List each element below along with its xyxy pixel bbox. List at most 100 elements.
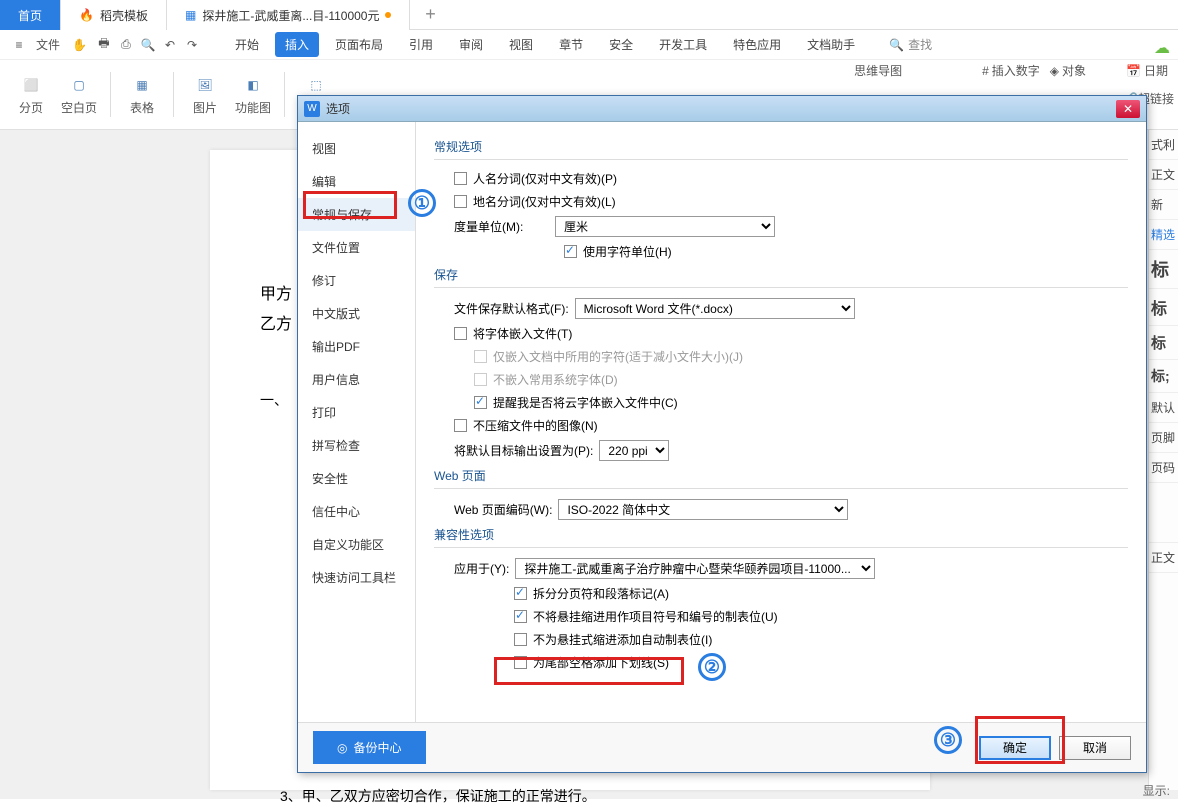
insert-number[interactable]: #插入数字 xyxy=(982,62,1040,79)
backup-icon: ◎ xyxy=(337,741,347,755)
app-icon: W xyxy=(304,101,320,117)
rtab-start[interactable]: 开始 xyxy=(225,32,269,57)
menu-bar: ≡ 文件 ✋ 🖶 ⎙ 🔍 ↶ ↷ 开始 插入 页面布局 引用 审阅 视图 章节 … xyxy=(0,30,1178,60)
sb-view[interactable]: 视图 xyxy=(298,132,415,165)
sb-revision[interactable]: 修订 xyxy=(298,264,415,297)
close-icon: ✕ xyxy=(1123,102,1133,116)
section-save: 保存 xyxy=(434,266,1128,288)
close-button[interactable]: ✕ xyxy=(1116,100,1140,118)
sb-spell[interactable]: 拼写检查 xyxy=(298,429,415,462)
insert-date[interactable]: 📅日期 xyxy=(1126,62,1168,79)
select-encoding[interactable]: ISO-2022 简体中文 xyxy=(558,499,848,520)
rtab-review[interactable]: 审阅 xyxy=(449,32,493,57)
chk-char-unit[interactable] xyxy=(564,245,577,258)
sb-trust[interactable]: 信任中心 xyxy=(298,495,415,528)
chk-name-split[interactable] xyxy=(454,172,467,185)
text-one: 一、 xyxy=(260,390,288,410)
text-jia: 甲方 xyxy=(260,280,292,304)
lbl-place-split: 地名分词(仅对中文有效)(L) xyxy=(473,193,616,210)
save-icon[interactable]: 🖶 xyxy=(95,34,113,55)
chk-underline[interactable] xyxy=(514,656,527,669)
tab-add[interactable]: + xyxy=(410,0,450,29)
text-yi: 乙方 xyxy=(260,310,292,334)
lbl-no-auto-tab: 不为悬挂式缩进添加自动制表位(I) xyxy=(533,631,712,648)
select-apply[interactable]: 探井施工-武威重离子治疗肿瘤中心暨荣华颐养园项目-11000... xyxy=(515,558,875,579)
chk-split-page[interactable] xyxy=(514,587,527,600)
tool-image[interactable]: 🖼图片 xyxy=(184,66,226,124)
rp-select[interactable]: 精选 xyxy=(1149,220,1178,250)
rp-body2[interactable]: 正文 xyxy=(1149,543,1178,573)
image-icon: 🖼 xyxy=(193,73,217,97)
rtab-layout[interactable]: 页面布局 xyxy=(325,32,393,57)
cancel-button[interactable]: 取消 xyxy=(1059,736,1131,760)
lbl-embed: 将字体嵌入文件(T) xyxy=(473,325,572,342)
section-general: 常规选项 xyxy=(434,138,1128,160)
redo-icon[interactable]: ↷ xyxy=(183,38,201,52)
select-fmt[interactable]: Microsoft Word 文件(*.docx) xyxy=(575,298,855,319)
cloud-icon[interactable]: ☁ xyxy=(1154,38,1170,58)
rtab-chapter[interactable]: 章节 xyxy=(549,32,593,57)
tool-widget[interactable]: ◧功能图 xyxy=(232,66,274,124)
rtab-special[interactable]: 特色应用 xyxy=(723,32,791,57)
chk-place-split[interactable] xyxy=(454,195,467,208)
rp-new[interactable]: 新 xyxy=(1149,190,1178,220)
search-box[interactable]: 🔍查找 xyxy=(889,36,932,53)
options-content: 常规选项 人名分词(仅对中文有效)(P) 地名分词(仅对中文有效)(L) 度量单… xyxy=(416,122,1146,722)
sb-pdf[interactable]: 输出PDF xyxy=(298,330,415,363)
ok-button[interactable]: 确定 xyxy=(979,736,1051,760)
sb-quick[interactable]: 快速访问工具栏 xyxy=(298,561,415,594)
lbl-embed-sys: 不嵌入常用系统字体(D) xyxy=(493,371,618,388)
rp-footer[interactable]: 页脚 xyxy=(1149,423,1178,453)
undo-icon[interactable]: ↶ xyxy=(161,38,179,52)
rp-style[interactable]: 式利 xyxy=(1149,130,1178,160)
chk-cloud[interactable] xyxy=(474,396,487,409)
rtab-insert[interactable]: 插入 xyxy=(275,32,319,57)
sb-filepos[interactable]: 文件位置 xyxy=(298,231,415,264)
modified-dot-icon xyxy=(385,12,391,18)
tool-pagebreak[interactable]: ⬜分页 xyxy=(10,66,52,124)
sb-print[interactable]: 打印 xyxy=(298,396,415,429)
sb-cnlayout[interactable]: 中文版式 xyxy=(298,297,415,330)
rp-h4[interactable]: 标; xyxy=(1149,360,1178,393)
rp-h2[interactable]: 标 xyxy=(1149,289,1178,326)
rtab-dochelp[interactable]: 文档助手 xyxy=(797,32,865,57)
sb-userinfo[interactable]: 用户信息 xyxy=(298,363,415,396)
dialog-title: 选项 xyxy=(326,100,350,117)
rp-h3[interactable]: 标 xyxy=(1149,326,1178,360)
chk-embed[interactable] xyxy=(454,327,467,340)
menu-icon[interactable]: ≡ xyxy=(10,38,28,52)
menu-hand-icon[interactable]: ✋ xyxy=(68,35,91,55)
sb-general[interactable]: 常规与保存 xyxy=(298,198,415,231)
sb-edit[interactable]: 编辑 xyxy=(298,165,415,198)
chk-no-hang[interactable] xyxy=(514,610,527,623)
select-unit[interactable]: 厘米 xyxy=(555,216,775,237)
chk-nocompress[interactable] xyxy=(454,419,467,432)
crop-icon: ⬚ xyxy=(304,73,328,97)
tool-blankpage[interactable]: ▢空白页 xyxy=(58,66,100,124)
rtab-view[interactable]: 视图 xyxy=(499,32,543,57)
rp-h1[interactable]: 标 xyxy=(1149,250,1178,289)
lbl-encoding: Web 页面编码(W): xyxy=(454,501,552,518)
menu-file[interactable]: 文件 xyxy=(32,33,64,56)
rtab-security[interactable]: 安全 xyxy=(599,32,643,57)
rp-default[interactable]: 默认 xyxy=(1149,393,1178,423)
rp-pagenum[interactable]: 页码 xyxy=(1149,453,1178,483)
chk-no-auto-tab[interactable] xyxy=(514,633,527,646)
tool-table[interactable]: ▦表格 xyxy=(121,66,163,124)
tab-home[interactable]: 首页 xyxy=(0,0,61,30)
rp-body[interactable]: 正文 xyxy=(1149,160,1178,190)
rtab-dev[interactable]: 开发工具 xyxy=(649,32,717,57)
tab-template[interactable]: 🔥稻壳模板 xyxy=(61,0,167,30)
dialog-titlebar[interactable]: W 选项 ✕ xyxy=(298,96,1146,122)
select-output[interactable]: 220 ppi xyxy=(599,440,669,461)
tab-document[interactable]: ▦探井施工-武威重离...目-110000元 xyxy=(167,0,411,30)
sb-security[interactable]: 安全性 xyxy=(298,462,415,495)
mindmap-label[interactable]: 思维导图 xyxy=(854,62,902,79)
backup-button[interactable]: ◎备份中心 xyxy=(313,731,426,764)
print-icon[interactable]: ⎙ xyxy=(117,37,135,52)
sb-custom[interactable]: 自定义功能区 xyxy=(298,528,415,561)
rtab-ref[interactable]: 引用 xyxy=(399,32,443,57)
preview-icon[interactable]: 🔍 xyxy=(139,38,157,52)
insert-object[interactable]: ◈对象 xyxy=(1050,62,1086,79)
lbl-name-split: 人名分词(仅对中文有效)(P) xyxy=(473,170,617,187)
